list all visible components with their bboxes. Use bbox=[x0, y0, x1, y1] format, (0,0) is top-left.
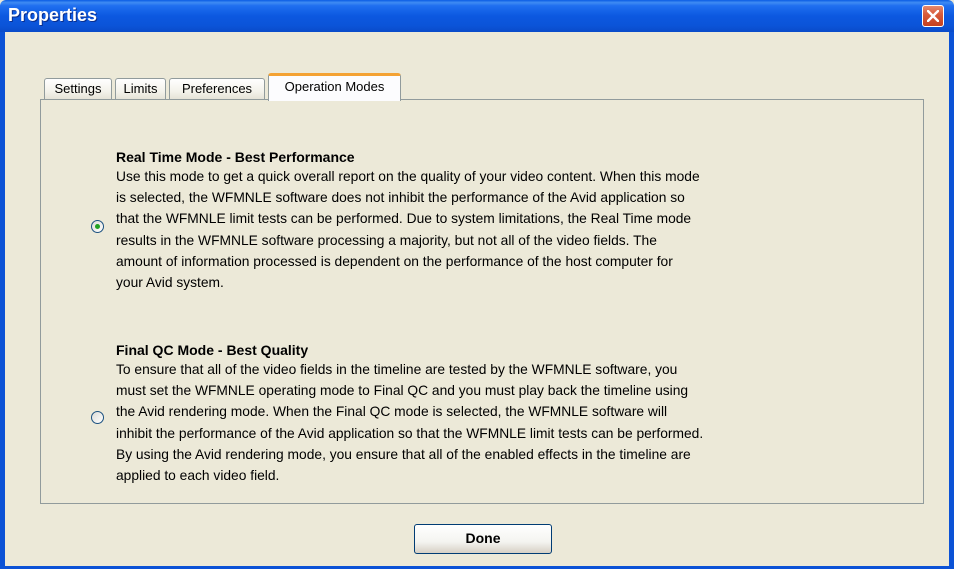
tab-limits[interactable]: Limits bbox=[115, 78, 166, 100]
real-time-mode-radio[interactable] bbox=[91, 220, 104, 233]
real-time-mode-description: Use this mode to get a quick overall rep… bbox=[116, 166, 876, 293]
done-button[interactable]: Done bbox=[414, 524, 552, 554]
description-line: results in the WFMNLE software processin… bbox=[116, 232, 657, 248]
description-line: must set the WFMNLE operating mode to Fi… bbox=[116, 383, 689, 399]
description-line: that the WFMNLE limit tests can be perfo… bbox=[116, 211, 692, 227]
window-frame-right bbox=[949, 32, 954, 569]
description-line: By using the Avid rendering mode, you en… bbox=[116, 446, 691, 462]
description-line: applied to each video field. bbox=[116, 468, 280, 484]
description-line: the Avid rendering mode. When the Final … bbox=[116, 404, 668, 420]
description-line: Use this mode to get a quick overall rep… bbox=[116, 169, 700, 184]
description-line: your Avid system. bbox=[116, 275, 224, 291]
tab-settings[interactable]: Settings bbox=[44, 78, 112, 100]
title-bar: Properties bbox=[0, 0, 954, 32]
tab-preferences[interactable]: Preferences bbox=[169, 78, 265, 100]
window-frame-left bbox=[0, 32, 5, 569]
tab-operation-modes[interactable]: Operation Modes bbox=[268, 73, 401, 101]
description-line: is selected, the WFMNLE software does no… bbox=[116, 190, 685, 206]
final-qc-mode-title: Final QC Mode - Best Quality bbox=[116, 342, 309, 358]
description-line: To ensure that all of the video fields i… bbox=[116, 362, 678, 377]
window-title: Properties bbox=[8, 5, 98, 25]
close-icon bbox=[927, 10, 939, 22]
description-line: inhibit the performance of the Avid appl… bbox=[116, 425, 704, 441]
close-button[interactable] bbox=[922, 5, 944, 27]
description-line: amount of information processed is depen… bbox=[116, 253, 673, 269]
final-qc-mode-description: To ensure that all of the video fields i… bbox=[116, 359, 876, 486]
final-qc-mode-radio[interactable] bbox=[91, 411, 104, 424]
real-time-mode-title: Real Time Mode - Best Performance bbox=[116, 149, 355, 165]
